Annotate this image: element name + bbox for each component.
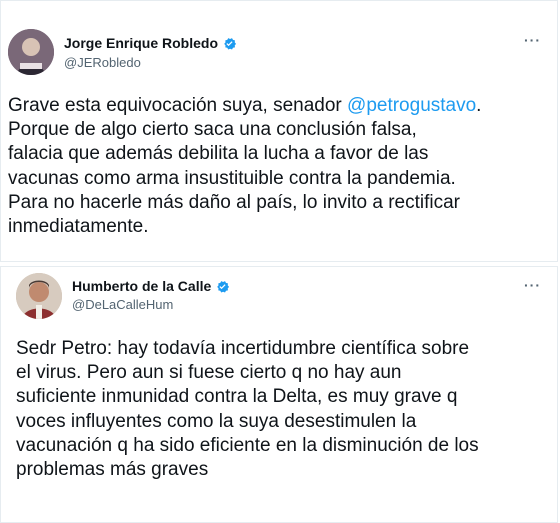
tweet-text-part: Grave esta equivocación suya, senador: [8, 95, 348, 116]
more-options-icon[interactable]: ···: [524, 32, 541, 48]
avatar[interactable]: [16, 273, 62, 319]
more-options-icon[interactable]: ···: [524, 277, 541, 293]
avatar-robledo-icon: [8, 29, 54, 75]
tweet-text: Sedr Petro: hay todavía incertidumbre ci…: [16, 338, 479, 481]
author-name[interactable]: Humberto de la Calle: [72, 278, 211, 294]
verified-badge-icon: [224, 37, 237, 49]
tweet-text-part: . Porque de algo cierto saca una conclus…: [8, 95, 482, 238]
author-handle[interactable]: @JERobledo: [64, 55, 141, 70]
author-name[interactable]: Jorge Enrique Robledo: [64, 35, 218, 51]
tweet-text: Grave esta equivocación suya, senador @p…: [8, 94, 553, 239]
verified-badge-icon: [217, 280, 230, 292]
author-handle[interactable]: @DeLaCalleHum: [72, 297, 173, 312]
avatar[interactable]: [8, 29, 54, 75]
mention-link[interactable]: @petrogustavo: [347, 95, 476, 116]
avatar-delacalle-icon: [16, 273, 62, 319]
